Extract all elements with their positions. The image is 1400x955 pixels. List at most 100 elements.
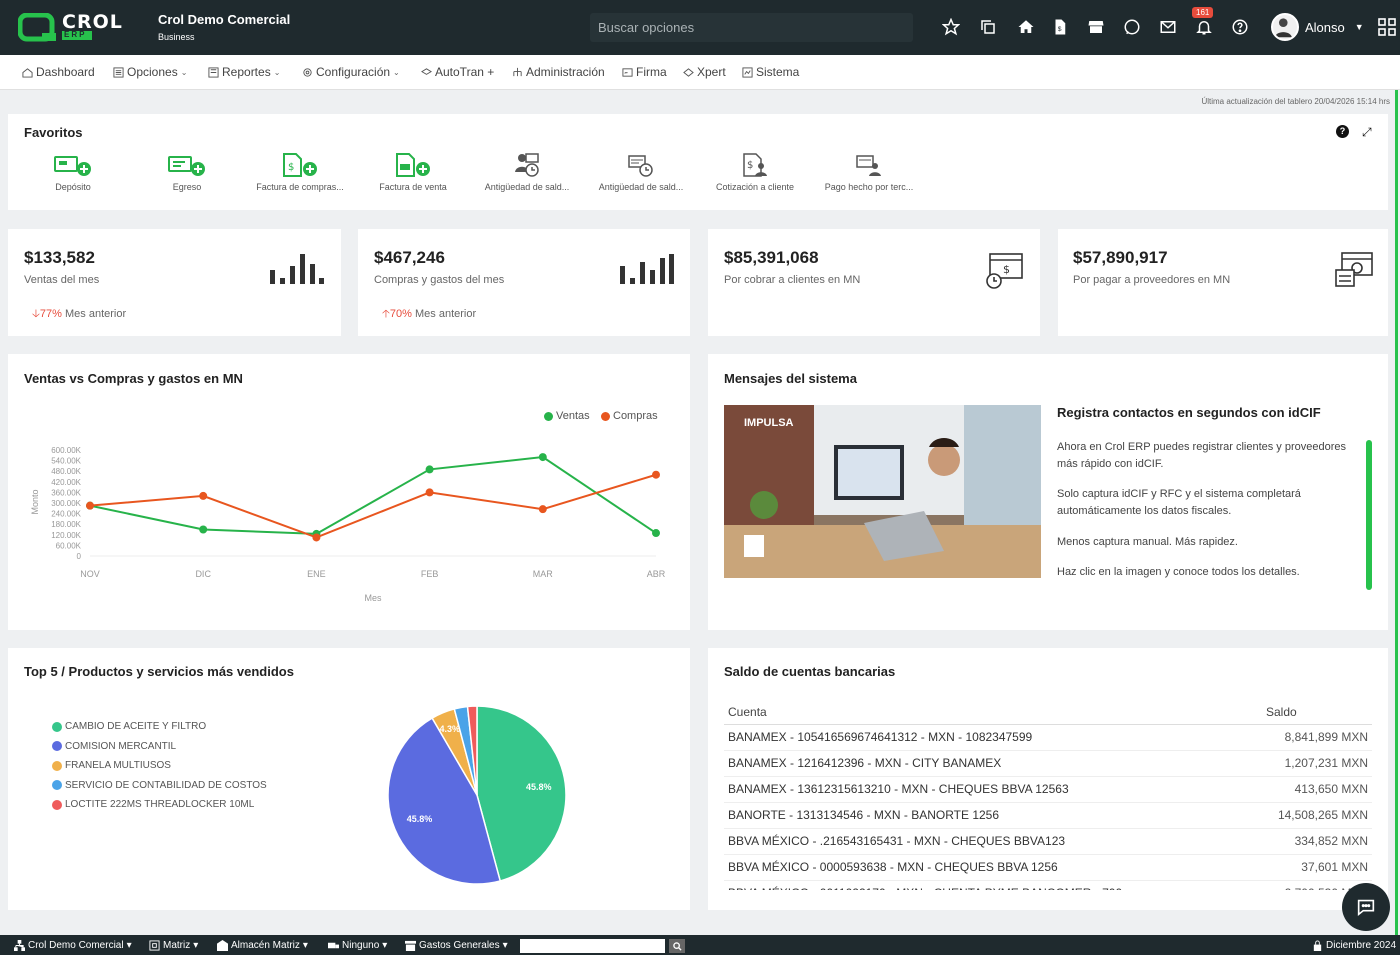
table-row[interactable]: BANORTE - 1313134546 - MXN - BANORTE 125… bbox=[724, 802, 1372, 829]
account-cell: BBVA MÉXICO - 0011022170 - MXN - CUENTA … bbox=[724, 880, 1262, 890]
status-company[interactable]: Crol Demo Comercial ▾ bbox=[14, 940, 132, 951]
nav-label: Xpert bbox=[697, 65, 726, 79]
top5-title: Top 5 / Productos y servicios más vendid… bbox=[24, 664, 294, 679]
fav-pago-terceros[interactable]: Pago hecho por terc... bbox=[814, 151, 924, 192]
bank-table-wrapper[interactable]: Cuenta Saldo BANAMEX - 105416569674641312… bbox=[724, 700, 1372, 890]
kpi-label: Por cobrar a clientes en MN bbox=[724, 274, 861, 286]
report-icon bbox=[208, 66, 219, 78]
sales-chart-title: Ventas vs Compras y gastos en MN bbox=[24, 371, 243, 386]
messages-scrollbar[interactable] bbox=[1366, 440, 1372, 590]
status-expense[interactable]: Gastos Generales ▾ bbox=[405, 940, 508, 951]
status-search-input[interactable] bbox=[520, 939, 665, 953]
crol-logo[interactable]: CROL ERP bbox=[17, 11, 144, 43]
star-icon[interactable] bbox=[941, 17, 961, 37]
user-menu[interactable]: Alonso ▼ bbox=[1271, 13, 1364, 41]
data-point-compras[interactable] bbox=[312, 533, 321, 542]
nav-dashboard[interactable]: Dashboard bbox=[22, 65, 95, 79]
nav-autotran[interactable]: AutoTran + bbox=[421, 65, 494, 79]
pie-legend-item[interactable]: SERVICIO DE CONTABILIDAD DE COSTOS bbox=[52, 780, 267, 791]
x-tick-label: FEB bbox=[421, 569, 439, 579]
legend-compras[interactable]: Compras bbox=[601, 410, 658, 422]
data-point-ventas[interactable] bbox=[425, 465, 434, 474]
kpi-value: $133,582 bbox=[24, 248, 95, 267]
svg-text:$: $ bbox=[1003, 263, 1010, 276]
fav-label: Egreso bbox=[172, 182, 202, 192]
apps-grid-icon[interactable] bbox=[1378, 18, 1396, 36]
pie-legend-item[interactable]: CAMBIO DE ACEITE Y FILTRO bbox=[52, 721, 206, 732]
chat-button[interactable] bbox=[1342, 883, 1390, 931]
chat-icon[interactable] bbox=[1122, 17, 1142, 37]
store-icon[interactable] bbox=[1086, 17, 1106, 37]
svg-text:$: $ bbox=[747, 160, 753, 171]
fav-cotizacion[interactable]: $ Cotización a cliente bbox=[700, 151, 810, 192]
search-icon[interactable] bbox=[669, 939, 685, 953]
data-point-ventas[interactable] bbox=[538, 453, 547, 462]
fav-antiguedad-1[interactable]: Antigüedad de sald... bbox=[472, 151, 582, 192]
nav-configuracion[interactable]: Configuración ⌄ bbox=[302, 65, 400, 79]
nav-sistema[interactable]: Sistema bbox=[742, 65, 799, 79]
expand-icon[interactable]: ⤢ bbox=[1362, 125, 1372, 140]
top-bar: CROL ERP Crol Demo Comercial Business $ … bbox=[0, 0, 1400, 55]
col-cuenta[interactable]: Cuenta bbox=[724, 700, 1262, 725]
bank-table: Cuenta Saldo BANAMEX - 105416569674641312… bbox=[724, 700, 1372, 890]
home-icon[interactable] bbox=[1016, 17, 1036, 37]
fav-egreso[interactable]: Egreso bbox=[132, 151, 242, 192]
pie-legend-item[interactable]: LOCTITE 222MS THREADLOCKER 10ML bbox=[52, 799, 254, 810]
document-icon[interactable]: $ bbox=[1050, 17, 1070, 37]
nav-opciones[interactable]: Opciones ⌄ bbox=[113, 65, 187, 79]
kpi-delta: 🡣77% Mes anterior bbox=[32, 305, 126, 324]
data-point-compras[interactable] bbox=[538, 505, 547, 514]
x-tick-label: NOV bbox=[80, 569, 100, 579]
search-input[interactable] bbox=[590, 13, 913, 42]
nav-label: Firma bbox=[636, 65, 667, 79]
nav-reportes[interactable]: Reportes ⌄ bbox=[208, 65, 280, 79]
kpi-label: Por pagar a proveedores en MN bbox=[1073, 274, 1231, 286]
promo-image[interactable]: IMPULSA bbox=[724, 405, 1041, 578]
admin-icon bbox=[513, 67, 522, 76]
status-warehouse[interactable]: Almacén Matriz ▾ bbox=[217, 940, 308, 951]
col-saldo[interactable]: Saldo bbox=[1262, 700, 1372, 725]
pie-legend-item[interactable]: FRANELA MULTIUSOS bbox=[52, 760, 171, 771]
nav-xpert[interactable]: Xpert bbox=[683, 65, 726, 79]
table-row[interactable]: BBVA MÉXICO - .216543165431 - MXN - CHEQ… bbox=[724, 828, 1372, 855]
data-point-compras[interactable] bbox=[199, 491, 208, 500]
status-branch[interactable]: Matriz ▾ bbox=[149, 940, 198, 951]
fav-antiguedad-2[interactable]: Antigüedad de sald... bbox=[586, 151, 696, 192]
bell-icon[interactable] bbox=[1194, 17, 1214, 37]
fav-label: Factura de venta bbox=[379, 182, 447, 192]
fav-factura-compras[interactable]: $ Factura de compras... bbox=[245, 151, 355, 192]
table-row[interactable]: BANAMEX - 13612315613210 - MXN - CHEQUES… bbox=[724, 776, 1372, 803]
company-info[interactable]: Crol Demo Comercial Business bbox=[158, 12, 290, 42]
data-point-compras[interactable] bbox=[86, 501, 94, 510]
pie-legend-item[interactable]: COMISION MERCANTIL bbox=[52, 741, 176, 752]
copy-icon[interactable] bbox=[978, 17, 998, 37]
legend-ventas[interactable]: Ventas bbox=[544, 410, 590, 422]
table-row[interactable]: BBVA MÉXICO - 0000593638 - MXN - CHEQUES… bbox=[724, 854, 1372, 881]
pie-legend-label: CAMBIO DE ACEITE Y FILTRO bbox=[65, 721, 207, 732]
page-scrollbar[interactable] bbox=[1395, 90, 1398, 935]
data-point-ventas[interactable] bbox=[652, 529, 660, 538]
quote-icon: $ bbox=[700, 151, 810, 179]
message-paragraph: Ahora en Crol ERP puedes registrar clien… bbox=[1057, 441, 1347, 470]
data-point-ventas[interactable] bbox=[199, 525, 208, 534]
nav-administracion[interactable]: Administración bbox=[512, 65, 605, 79]
y-tick-label: 600.00K bbox=[51, 446, 81, 455]
data-point-compras[interactable] bbox=[425, 488, 434, 497]
table-row[interactable]: BBVA MÉXICO - 0011022170 - MXN - CUENTA … bbox=[724, 880, 1372, 890]
deposit-icon bbox=[18, 151, 128, 179]
data-point-compras[interactable] bbox=[652, 470, 660, 479]
expense-icon bbox=[132, 151, 242, 179]
fav-deposito[interactable]: Depósito bbox=[18, 151, 128, 192]
status-option[interactable]: Ninguno ▾ bbox=[328, 940, 387, 951]
help-icon[interactable] bbox=[1230, 17, 1250, 37]
nav-firma[interactable]: Firma bbox=[622, 65, 667, 79]
legend-dot bbox=[52, 721, 62, 732]
table-row[interactable]: BANAMEX - 1216412396 - MXN - CITY BANAME… bbox=[724, 750, 1372, 777]
kpi-value: $85,391,068 bbox=[724, 248, 819, 267]
status-period[interactable]: Diciembre 2024 bbox=[1312, 940, 1396, 951]
table-row[interactable]: BANAMEX - 105416569674641312 - MXN - 108… bbox=[724, 724, 1372, 751]
mail-icon[interactable] bbox=[1158, 17, 1178, 37]
fav-factura-venta[interactable]: Factura de venta bbox=[358, 151, 468, 192]
chevron-down-icon: ⌄ bbox=[273, 67, 281, 77]
help-icon[interactable]: ? bbox=[1336, 125, 1349, 138]
